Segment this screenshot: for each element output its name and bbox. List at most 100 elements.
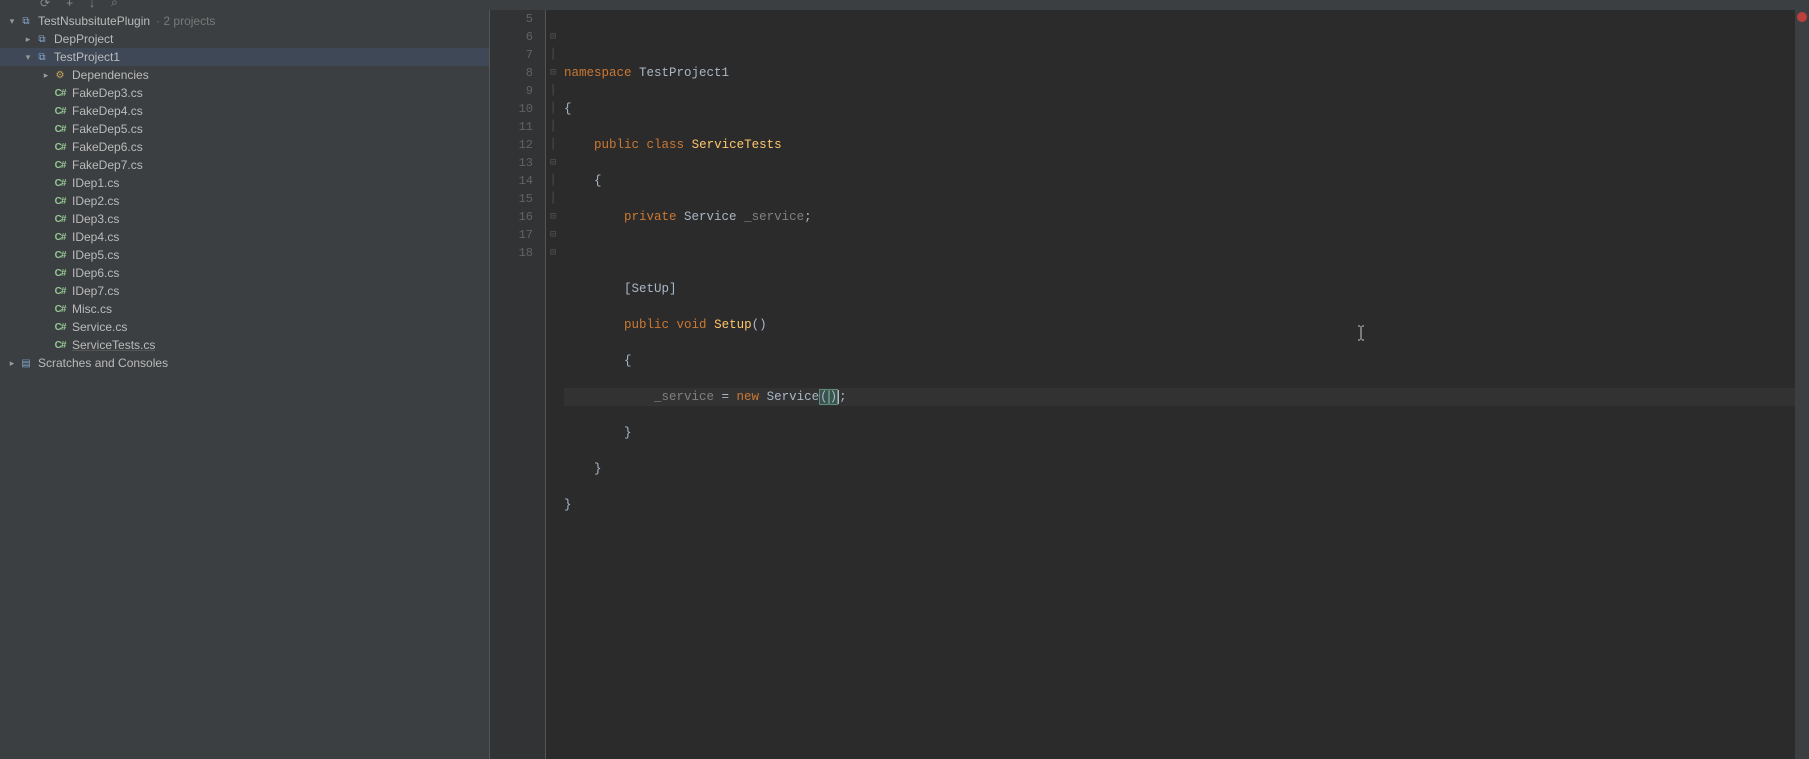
line-number[interactable]: 9 [490, 82, 533, 100]
code-line[interactable]: { [564, 172, 1795, 190]
file-node[interactable]: C# IDep5.cs [0, 246, 489, 264]
code-line[interactable]: public void Setup() [564, 316, 1795, 334]
file-label: FakeDep4.cs [72, 104, 143, 118]
csharp-file-icon: C# [52, 106, 68, 117]
line-number[interactable]: 11 [490, 118, 533, 136]
search-icon[interactable]: ⌕ [111, 0, 118, 10]
csharp-file-icon: C# [52, 268, 68, 279]
file-label: ServiceTests.cs [72, 338, 155, 352]
file-node[interactable]: C# FakeDep7.cs [0, 156, 489, 174]
project-node-test[interactable]: ▾ ⧉ TestProject1 [0, 48, 489, 66]
file-label: IDep2.cs [72, 194, 119, 208]
file-label: IDep5.cs [72, 248, 119, 262]
file-node[interactable]: C# ServiceTests.cs [0, 336, 489, 354]
code-line[interactable]: private Service _service; [564, 208, 1795, 226]
dependencies-icon: ⚙ [52, 70, 68, 81]
file-node[interactable]: C# FakeDep4.cs [0, 102, 489, 120]
project-label: DepProject [54, 32, 113, 46]
scratches-icon: ▤ [18, 358, 34, 369]
code-line[interactable]: { [564, 100, 1795, 118]
file-node[interactable]: C# FakeDep5.cs [0, 120, 489, 138]
line-gutter[interactable]: 5 6 7 8 9 10 11 12 13 14 15 16 17 18 [490, 10, 546, 759]
project-icon: ⧉ [34, 34, 50, 45]
csharp-file-icon: C# [52, 322, 68, 333]
down-icon[interactable]: ↓ [89, 0, 95, 10]
code-line[interactable]: } [564, 496, 1795, 514]
plus-icon[interactable]: + [66, 0, 73, 10]
line-number[interactable]: 6 [490, 28, 533, 46]
csharp-file-icon: C# [52, 214, 68, 225]
chevron-right-icon[interactable]: ▸ [40, 70, 52, 81]
code-line[interactable]: [SetUp] [564, 280, 1795, 298]
csharp-file-icon: C# [52, 142, 68, 153]
line-number[interactable]: 17 [490, 226, 533, 244]
file-label: IDep3.cs [72, 212, 119, 226]
csharp-file-icon: C# [52, 160, 68, 171]
code-line[interactable] [564, 244, 1795, 262]
error-stripe[interactable] [1795, 10, 1809, 759]
chevron-down-icon[interactable]: ▾ [6, 16, 18, 27]
csharp-file-icon: C# [52, 124, 68, 135]
chevron-right-icon[interactable]: ▸ [6, 358, 18, 369]
chevron-down-icon[interactable]: ▾ [22, 52, 34, 63]
file-label: FakeDep6.cs [72, 140, 143, 154]
line-number[interactable]: 18 [490, 244, 533, 262]
file-node[interactable]: C#FakeDep3.cs [0, 84, 489, 102]
file-node[interactable]: C# IDep3.cs [0, 210, 489, 228]
line-number[interactable]: 16 [490, 208, 533, 226]
csharp-file-icon: C# [52, 232, 68, 243]
code-area[interactable]: namespace TestProject1 { public class Se… [560, 10, 1795, 759]
code-line[interactable]: } [564, 424, 1795, 442]
sync-icon[interactable]: ⟳ [40, 0, 50, 10]
csharp-file-icon: C# [52, 196, 68, 207]
dependencies-node[interactable]: ▸ ⚙ Dependencies [0, 66, 489, 84]
csharp-file-icon: C# [52, 88, 68, 99]
line-number[interactable]: 8 [490, 64, 533, 82]
project-explorer[interactable]: ▾ ⧉ TestNsubsitutePlugin · 2 projects ▸ … [0, 10, 490, 759]
csharp-file-icon: C# [52, 304, 68, 315]
scratches-label: Scratches and Consoles [38, 356, 168, 370]
chevron-right-icon[interactable]: ▸ [22, 34, 34, 45]
csharp-file-icon: C# [52, 250, 68, 261]
file-node[interactable]: C# IDep2.cs [0, 192, 489, 210]
file-node[interactable]: C# Service.cs [0, 318, 489, 336]
csharp-file-icon: C# [52, 340, 68, 351]
line-number[interactable]: 10 [490, 100, 533, 118]
project-toolbar: ⟳ + ↓ ⌕ [0, 0, 1809, 10]
file-node[interactable]: C#IDep4.cs [0, 228, 489, 246]
code-line[interactable]: } [564, 460, 1795, 478]
code-editor[interactable]: 5 6 7 8 9 10 11 12 13 14 15 16 17 18 ⊟│⊟… [490, 10, 1809, 759]
file-label: Service.cs [72, 320, 127, 334]
file-node[interactable]: C# IDep1.cs [0, 174, 489, 192]
file-node[interactable]: C# IDep6.cs [0, 264, 489, 282]
csharp-file-icon: C# [52, 178, 68, 189]
file-node[interactable]: C#IDep7.cs [0, 282, 489, 300]
line-number[interactable]: 14 [490, 172, 533, 190]
project-node-dep[interactable]: ▸ ⧉ DepProject [0, 30, 489, 48]
code-line[interactable]: { [564, 352, 1795, 370]
file-node[interactable]: C# Misc.cs [0, 300, 489, 318]
file-label: IDep1.cs [72, 176, 119, 190]
file-node[interactable]: C# FakeDep6.cs [0, 138, 489, 156]
file-label: Misc.cs [72, 302, 112, 316]
csharp-file-icon: C# [52, 286, 68, 297]
file-label: FakeDep5.cs [72, 122, 143, 136]
line-number[interactable]: 7 [490, 46, 533, 64]
line-number[interactable]: 5 [490, 10, 533, 28]
line-number[interactable]: 15 [490, 190, 533, 208]
code-line[interactable]: namespace TestProject1 [564, 64, 1795, 82]
solution-icon: ⧉ [18, 16, 34, 27]
code-line[interactable]: public class ServiceTests [564, 136, 1795, 154]
solution-node[interactable]: ▾ ⧉ TestNsubsitutePlugin · 2 projects [0, 12, 489, 30]
line-number[interactable]: 13 [490, 154, 533, 172]
error-indicator-icon[interactable] [1797, 12, 1807, 22]
code-line-current[interactable]: _service = new Service(); [564, 388, 1795, 406]
file-label: IDep6.cs [72, 266, 119, 280]
project-label: TestProject1 [54, 50, 120, 64]
scratches-node[interactable]: ▸ ▤ Scratches and Consoles [0, 354, 489, 372]
project-icon: ⧉ [34, 52, 50, 63]
file-label: FakeDep7.cs [72, 158, 143, 172]
line-number[interactable]: 12 [490, 136, 533, 154]
code-line[interactable] [564, 28, 1795, 46]
fold-strip[interactable]: ⊟│⊟││││⊟││⊟⊟⊟ [546, 10, 560, 759]
